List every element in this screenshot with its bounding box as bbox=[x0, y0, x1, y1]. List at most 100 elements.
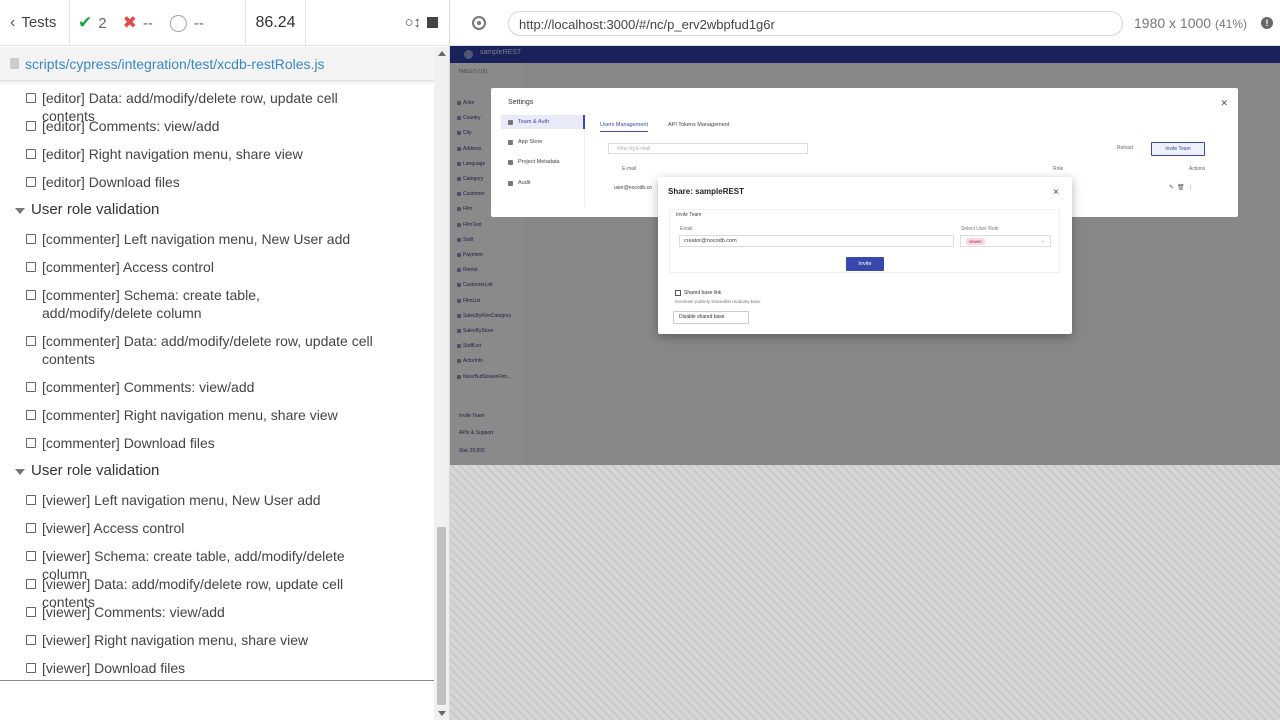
test-row[interactable]: [commenter] Data: add/modify/delete row,… bbox=[0, 332, 434, 368]
store-icon bbox=[508, 140, 513, 145]
test-row[interactable]: [viewer] Access control bbox=[0, 519, 434, 537]
user-email-cell: user@nocodb.co bbox=[614, 185, 652, 191]
reporter-scrollbar[interactable] bbox=[434, 47, 449, 720]
test-row[interactable]: [viewer] Right navigation menu, share vi… bbox=[0, 631, 434, 649]
checkbox-icon bbox=[26, 149, 36, 159]
info-icon[interactable]: ! bbox=[1261, 17, 1273, 29]
email-field[interactable]: creator@nocodb.com bbox=[679, 235, 954, 247]
test-row[interactable]: [commenter] Right navigation menu, share… bbox=[0, 406, 434, 424]
row-actions[interactable]: ✎🗑⋮ bbox=[1169, 184, 1197, 191]
shared-base-link-label: Shared base link bbox=[684, 290, 722, 296]
checkbox-icon bbox=[26, 523, 36, 533]
checkbox-icon bbox=[26, 495, 36, 505]
pending-stat[interactable]: ◯ -- bbox=[161, 13, 212, 33]
passed-stat[interactable]: ✔ 2 bbox=[70, 13, 115, 33]
test-row[interactable]: [editor] Download files bbox=[0, 173, 434, 191]
test-row[interactable]: [editor] Right navigation menu, share vi… bbox=[0, 145, 434, 163]
passed-count: 2 bbox=[98, 14, 107, 32]
checkbox-icon bbox=[26, 336, 36, 346]
checkbox-icon bbox=[26, 551, 36, 561]
role-select[interactable]: viewer ⌄ bbox=[960, 235, 1051, 247]
tab-api-tokens[interactable]: API Tokens Management bbox=[668, 122, 729, 128]
settings-nav-label: App Store bbox=[518, 139, 543, 145]
checkbox-icon bbox=[26, 262, 36, 272]
test-title: [editor] Right navigation menu, share vi… bbox=[42, 146, 303, 162]
checkbox-icon bbox=[26, 290, 36, 300]
reload-button[interactable]: Reload bbox=[1117, 145, 1133, 151]
invite-button[interactable]: Invite bbox=[846, 257, 884, 271]
checkbox-icon bbox=[26, 234, 36, 244]
invite-team-button[interactable]: Invite Team bbox=[1151, 142, 1205, 156]
checkbox-icon bbox=[26, 579, 36, 589]
checkbox-icon bbox=[26, 93, 36, 103]
test-row[interactable]: [commenter] Schema: create table, add/mo… bbox=[0, 286, 434, 322]
settings-title: Settings bbox=[508, 99, 534, 106]
pending-count: -- bbox=[193, 14, 204, 32]
settings-nav: Team & Auth App Store Project Metadata A… bbox=[501, 115, 585, 207]
reporter-panel: ‹ Tests ✔ 2 ✖ -- ◯ -- 86.24 ○↕ scripts/cypr… bbox=[0, 0, 450, 720]
failed-stat[interactable]: ✖ -- bbox=[115, 13, 161, 33]
spinner-icon: ◯ bbox=[168, 12, 188, 32]
selector-playground-icon[interactable] bbox=[472, 15, 486, 30]
test-row[interactable]: [commenter] Left navigation menu, New Us… bbox=[0, 230, 434, 248]
scroll-down-icon[interactable] bbox=[438, 711, 446, 716]
tests-button[interactable]: ‹ Tests bbox=[0, 0, 70, 46]
viewport-background bbox=[450, 465, 1280, 720]
filter-email-input[interactable]: Filter by E-mail bbox=[608, 143, 808, 154]
auto-scroll-icon[interactable]: ○↕ bbox=[404, 14, 421, 31]
checkbox-icon bbox=[26, 410, 36, 420]
suite-row[interactable]: User role validation bbox=[0, 462, 434, 480]
test-title: [commenter] Right navigation menu, share… bbox=[42, 407, 338, 423]
test-title: [commenter] Left navigation menu, New Us… bbox=[42, 231, 351, 247]
test-row[interactable]: [commenter] Download files bbox=[0, 434, 434, 452]
share-title: Share: sampleREST bbox=[668, 187, 745, 196]
settings-nav-label: Team & Auth bbox=[518, 119, 550, 125]
list-divider bbox=[0, 680, 434, 681]
email-label: Email bbox=[680, 226, 693, 232]
test-row[interactable]: [viewer] Download files bbox=[0, 659, 434, 677]
checkbox-icon bbox=[26, 635, 36, 645]
scroll-thumb[interactable] bbox=[437, 527, 446, 705]
viewport-dimensions: 1980 x 1000 bbox=[1134, 15, 1212, 31]
test-title: [commenter] Schema: create table, add/mo… bbox=[42, 287, 260, 321]
team-icon bbox=[508, 120, 513, 125]
test-title: [commenter] Data: add/modify/delete row,… bbox=[42, 333, 373, 367]
settings-nav-audit[interactable]: Audit bbox=[501, 176, 585, 190]
app-frame: sampleREST TABLES (19) Invite Team APIs … bbox=[450, 46, 1280, 465]
chevron-left-icon: ‹ bbox=[10, 13, 16, 31]
settings-nav-project-metadata[interactable]: Project Metadata bbox=[501, 155, 585, 169]
tab-users-management[interactable]: Users Management bbox=[600, 122, 648, 132]
shared-base-description: Generate publicly shareable readonly bas… bbox=[675, 299, 761, 304]
test-title: [viewer] Left navigation menu, New User … bbox=[42, 492, 321, 508]
settings-nav-app-store[interactable]: App Store bbox=[501, 135, 585, 149]
close-icon[interactable]: × bbox=[1053, 187, 1059, 198]
test-row[interactable]: [commenter] Comments: view/add bbox=[0, 378, 434, 396]
role-label: Select User Role bbox=[961, 226, 999, 232]
scroll-up-icon[interactable] bbox=[438, 51, 446, 56]
suite-row[interactable]: User role validation bbox=[0, 201, 434, 219]
column-email: E-mail bbox=[622, 166, 637, 172]
test-row[interactable]: [editor] Comments: view/add bbox=[0, 117, 434, 135]
close-icon[interactable]: ✕ bbox=[1220, 98, 1228, 109]
column-actions: Actions bbox=[1189, 166, 1206, 172]
disable-shared-base-button[interactable]: Disable shared base bbox=[673, 311, 749, 324]
url-field[interactable]: http://localhost:3000/#/nc/p_erv2wbpfud1… bbox=[508, 11, 1123, 36]
caret-down-icon bbox=[15, 469, 25, 475]
test-row[interactable]: [commenter] Access control bbox=[0, 258, 434, 276]
shared-base-checkbox[interactable] bbox=[675, 290, 681, 296]
test-row[interactable]: [viewer] Comments: view/add bbox=[0, 603, 434, 621]
settings-nav-team-auth[interactable]: Team & Auth bbox=[501, 115, 585, 129]
url-bar: http://localhost:3000/#/nc/p_erv2wbpfud1… bbox=[450, 0, 1280, 46]
stop-icon[interactable] bbox=[427, 17, 438, 28]
invite-team-heading: Invite Team bbox=[676, 212, 702, 218]
spec-file-link[interactable]: scripts/cypress/integration/test/xcdb-re… bbox=[25, 56, 325, 72]
reporter-header: ‹ Tests ✔ 2 ✖ -- ◯ -- 86.24 ○↕ bbox=[0, 0, 450, 46]
tests-label: Tests bbox=[21, 14, 57, 31]
test-title: [viewer] Download files bbox=[42, 660, 186, 676]
test-title: [viewer] Access control bbox=[42, 520, 185, 536]
test-row[interactable]: [viewer] Left navigation menu, New User … bbox=[0, 491, 434, 509]
viewport-size: 1980 x 1000 (41%) bbox=[1134, 15, 1247, 31]
checkbox-icon bbox=[26, 663, 36, 673]
aut-panel: http://localhost:3000/#/nc/p_erv2wbpfud1… bbox=[450, 0, 1280, 720]
audit-icon bbox=[508, 181, 513, 186]
